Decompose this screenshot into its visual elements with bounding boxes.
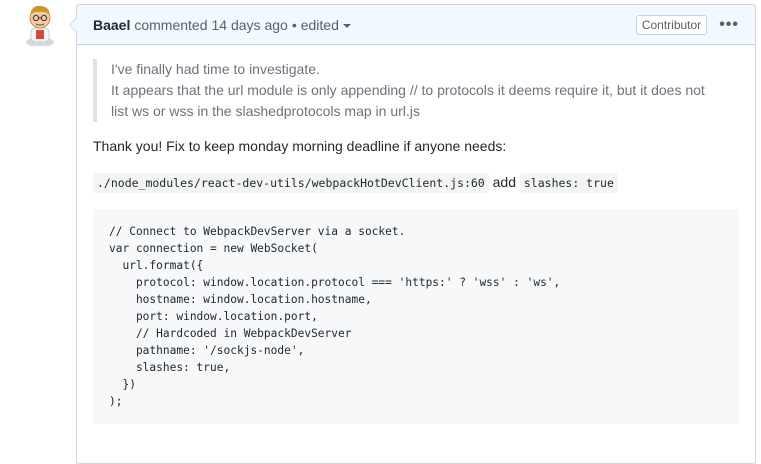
edited-dropdown[interactable]: edited [301,17,351,33]
comment-body: I've finally had time to investigate. It… [77,45,755,438]
quote-line: It appears that the url module is only a… [111,82,705,119]
author-link[interactable]: Baael [93,17,130,33]
file-path-code: ./node_modules/react-dev-utils/webpackHo… [93,173,489,193]
quote-line: I've finally had time to investigate. [111,61,320,77]
edited-label: edited [300,16,339,33]
fix-instruction: ./node_modules/react-dev-utils/webpackHo… [93,172,739,193]
comment-timestamp[interactable]: 14 days ago [212,17,288,33]
connector-text: add [492,174,516,190]
chevron-down-icon [342,23,351,28]
slashes-code: slashes: true [519,173,618,193]
separator-dot: • [291,16,297,33]
comment-header: Baael commented 14 days ago • edited Con… [77,5,755,45]
code-block: // Connect to WebpackDevServer via a soc… [93,209,739,424]
comment-action: commented [134,16,208,33]
contributor-badge: Contributor [635,14,708,35]
comment-card: Baael commented 14 days ago • edited Con… [69,4,756,464]
avatar[interactable] [18,2,62,47]
comment-paragraph: Thank you! Fix to keep monday morning de… [93,138,507,154]
quote-block: I've finally had time to investigate. It… [93,59,739,122]
kebab-menu-icon[interactable]: ••• [719,16,739,34]
card-pointer-fill [70,17,78,33]
